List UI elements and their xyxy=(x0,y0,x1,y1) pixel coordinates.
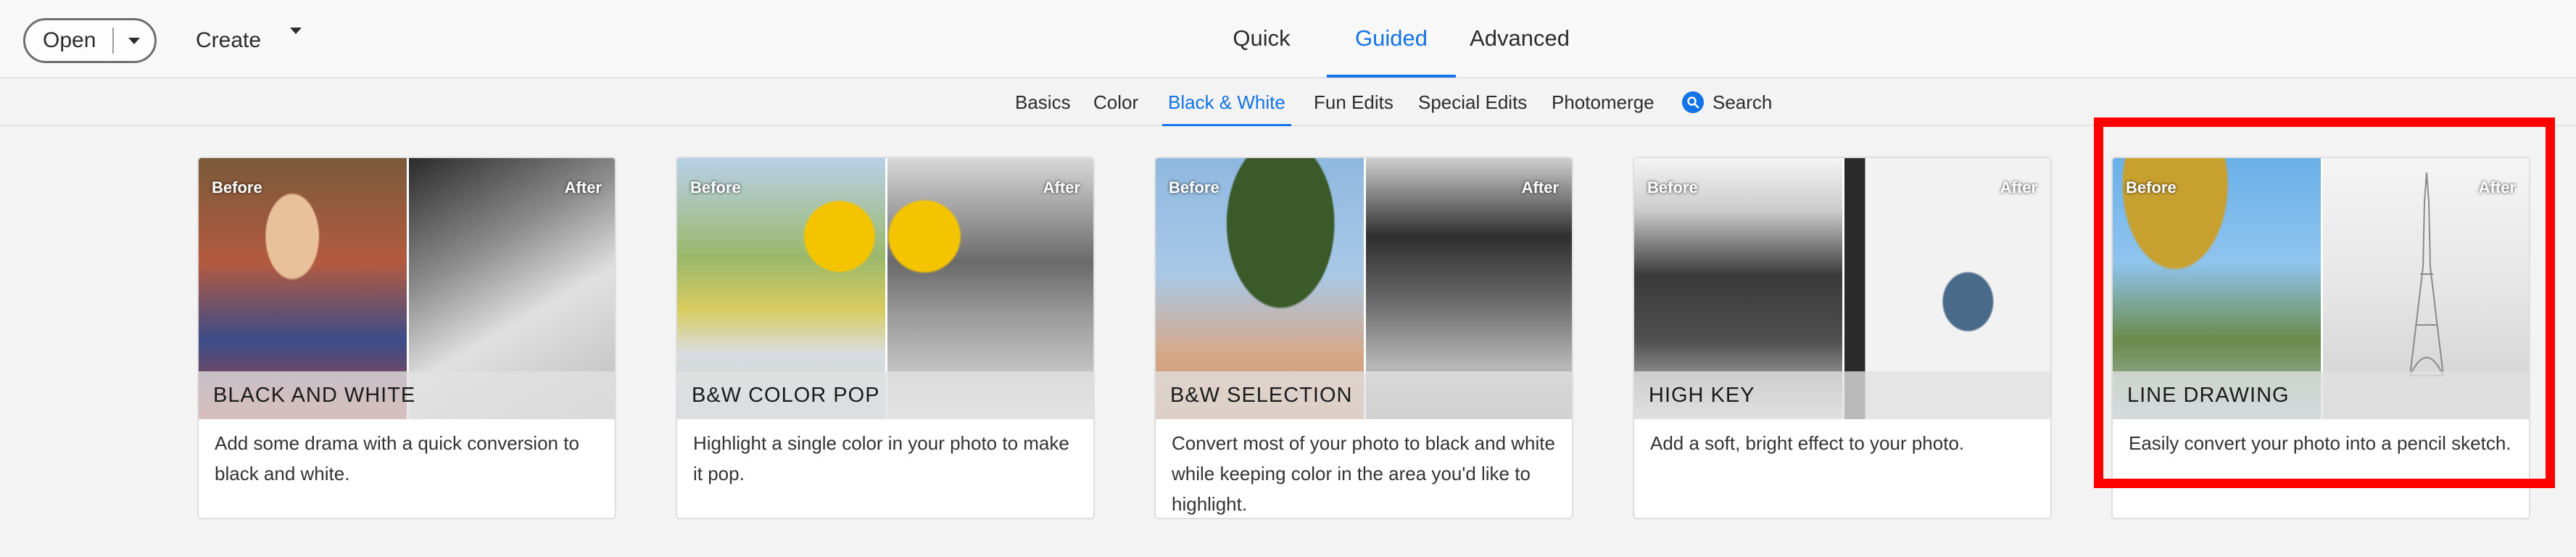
category-black-and-white[interactable]: Black & White xyxy=(1162,80,1291,126)
card-thumbnail: Before After BLACK AND WHITE xyxy=(199,158,615,419)
card-bw-color-pop[interactable]: Before After B&W COLOR POP Highlight a s… xyxy=(676,157,1095,519)
card-description: Add some drama with a quick conversion t… xyxy=(215,432,579,484)
card-thumbnail: Before After B&W COLOR POP xyxy=(677,158,1093,419)
tab-advanced[interactable]: Advanced xyxy=(1470,0,1570,77)
card-description: Add a soft, bright effect to your photo. xyxy=(1650,432,1965,454)
category-fun-edits[interactable]: Fun Edits xyxy=(1314,80,1393,125)
search-label: Search xyxy=(1712,91,1773,113)
search-icon xyxy=(1682,91,1704,113)
top-bar: Open Create Quick Guided Advanced xyxy=(0,0,2576,78)
highlight-box xyxy=(2094,117,2555,488)
category-color[interactable]: Color xyxy=(1093,80,1138,125)
card-title: BLACK AND WHITE xyxy=(199,371,615,419)
card-thumbnail: Before After HIGH KEY xyxy=(1634,158,2050,419)
before-label: Before xyxy=(1169,178,1219,197)
mode-tabs: Quick Guided Advanced xyxy=(0,0,2576,78)
tab-quick[interactable]: Quick xyxy=(1225,0,1298,77)
card-black-and-white[interactable]: Before After BLACK AND WHITE Add some dr… xyxy=(197,157,616,519)
before-label: Before xyxy=(212,178,262,197)
card-title: B&W SELECTION xyxy=(1156,371,1572,419)
after-label: After xyxy=(1521,178,1559,197)
category-search[interactable]: Search xyxy=(1682,80,1772,125)
after-label: After xyxy=(1043,178,1080,197)
after-label: After xyxy=(564,178,602,197)
tab-guided[interactable]: Guided xyxy=(1327,0,1456,78)
card-title: B&W COLOR POP xyxy=(677,371,1093,419)
card-high-key[interactable]: Before After HIGH KEY Add a soft, bright… xyxy=(1633,157,2052,519)
card-thumbnail: Before After B&W SELECTION xyxy=(1156,158,1572,419)
category-special-edits[interactable]: Special Edits xyxy=(1418,80,1527,125)
card-bw-selection[interactable]: Before After B&W SELECTION Convert most … xyxy=(1154,157,1573,519)
card-title: HIGH KEY xyxy=(1634,371,2050,419)
before-label: Before xyxy=(1647,178,1698,197)
category-basics[interactable]: Basics xyxy=(1015,80,1071,125)
card-description: Highlight a single color in your photo t… xyxy=(693,432,1069,484)
category-photomerge[interactable]: Photomerge xyxy=(1552,80,1654,125)
after-label: After xyxy=(2000,178,2037,197)
card-description: Convert most of your photo to black and … xyxy=(1172,432,1555,515)
before-label: Before xyxy=(690,178,741,197)
